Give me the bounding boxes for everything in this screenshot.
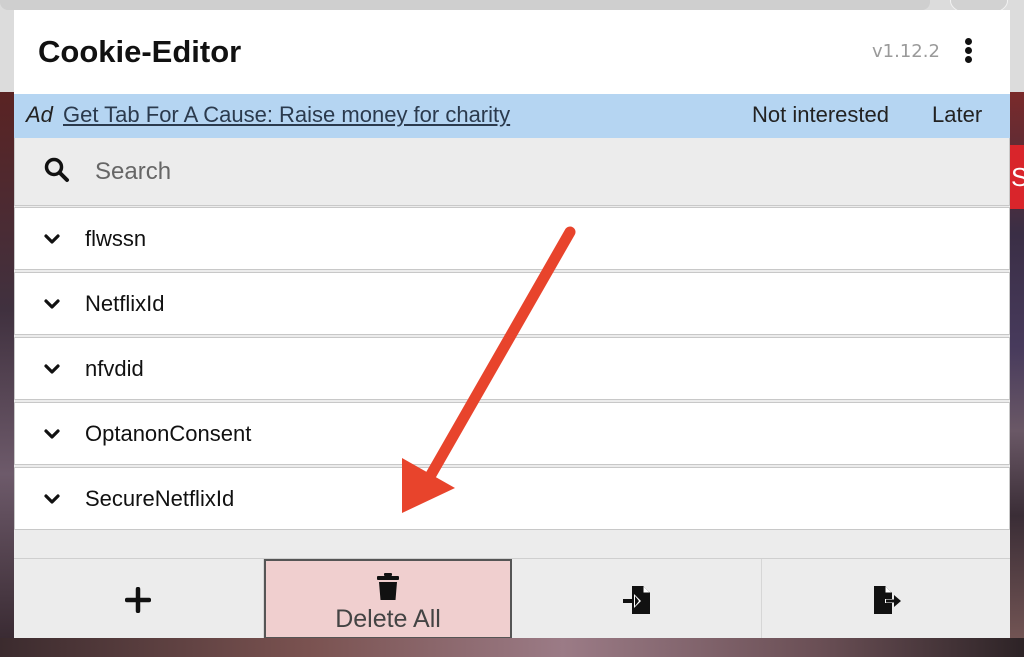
cookie-name: NetflixId [85,291,165,316]
popup-header: Cookie-Editor v1.12.2 [14,10,1010,94]
cookie-row[interactable]: SecureNetflixId [14,467,1010,530]
add-cookie-button[interactable] [14,559,264,638]
search-input[interactable] [85,152,985,192]
more-vertical-icon[interactable] [958,36,978,70]
version-label: v1.12.2 [872,41,940,62]
plus-icon [125,587,151,613]
app-title: Cookie-Editor [38,34,242,69]
webpage-partial-text: S [1011,162,1024,192]
ad-link[interactable]: Get Tab For A Cause: Raise money for cha… [63,102,510,128]
cookie-name: OptanonConsent [85,421,252,446]
chevron-down-icon[interactable] [43,360,61,378]
search-icon [44,157,69,182]
cookie-name: flwssn [85,226,147,251]
delete-all-button[interactable]: Delete All [264,559,512,638]
cookie-name: nfvdid [85,356,144,381]
chevron-down-icon[interactable] [43,425,61,443]
chevron-down-icon[interactable] [43,230,61,248]
cookie-name: SecureNetflixId [85,486,235,511]
cookie-row[interactable]: OptanonConsent [14,402,1010,465]
ad-banner: Ad Get Tab For A Cause: Raise money for … [14,94,1010,138]
cookie-editor-popup: Cookie-Editor v1.12.2 Ad Get Tab For A C… [14,10,1010,638]
webpage-background-left [0,92,14,638]
not-interested-button[interactable]: Not interested [752,102,889,128]
cookie-row[interactable]: flwssn [14,207,1010,270]
cookie-row[interactable]: NetflixId [14,272,1010,335]
webpage-background-bottom [0,638,1024,657]
trash-icon [377,573,399,600]
export-button[interactable] [762,559,1010,638]
action-toolbar: Delete All [14,558,1010,638]
later-button[interactable]: Later [932,102,982,128]
search-bar [14,138,1010,206]
delete-all-label: Delete All [335,605,441,633]
import-button[interactable] [512,559,762,638]
file-import-icon [623,586,650,614]
cookie-row[interactable]: nfvdid [14,337,1010,400]
chevron-down-icon[interactable] [43,490,61,508]
cookie-list: flwssn NetflixId nfvdid OptanonConsent S… [14,207,1010,532]
ad-label: Ad [26,102,53,127]
chevron-down-icon[interactable] [43,295,61,313]
file-export-icon [874,586,901,614]
webpage-red-button: S [1010,145,1024,209]
address-bar-remnant [0,0,930,10]
